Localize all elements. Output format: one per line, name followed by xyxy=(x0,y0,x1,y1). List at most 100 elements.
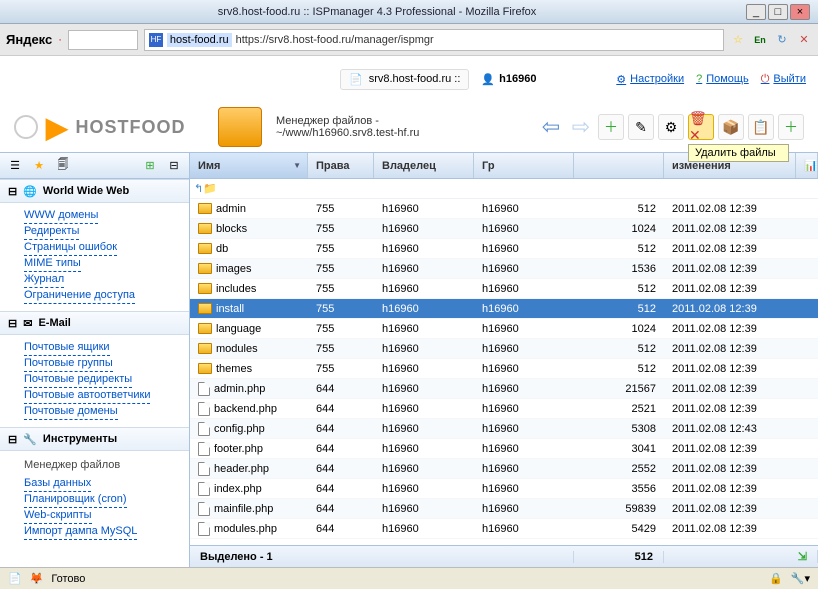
exit-link[interactable]: ⏻Выйти xyxy=(761,73,806,86)
table-row[interactable]: backend.php 644 h16960 h16960 2521 2011.… xyxy=(190,399,818,419)
table-row[interactable]: admin 755 h16960 h16960 512 2011.02.08 1… xyxy=(190,199,818,219)
file-group: h16960 xyxy=(474,403,574,415)
sidebar-item[interactable]: Web-скрипты xyxy=(24,507,92,524)
edit-button[interactable]: ✎ xyxy=(628,114,654,140)
file-perm: 755 xyxy=(308,263,374,275)
file-owner: h16960 xyxy=(374,223,474,235)
server-tab[interactable]: 📄 srv8.host-food.ru :: xyxy=(340,69,469,90)
url-bar[interactable]: HF host-food.ru https://srv8.host-food.r… xyxy=(144,29,724,51)
table-row[interactable]: modules.php 644 h16960 h16960 5429 2011.… xyxy=(190,519,818,539)
file-owner: h16960 xyxy=(374,463,474,475)
minus-icon: ⊟ xyxy=(8,317,17,330)
file-name: mainfile.php xyxy=(214,503,273,515)
sidebar-section-header[interactable]: ⊟✉E-Mail xyxy=(0,311,189,335)
table-row[interactable]: modules 755 h16960 h16960 512 2011.02.08… xyxy=(190,339,818,359)
up-folder[interactable]: ↰📁 xyxy=(190,179,818,199)
file-group: h16960 xyxy=(474,463,574,475)
table-row[interactable]: config.php 644 h16960 h16960 5308 2011.0… xyxy=(190,419,818,439)
col-name[interactable]: Имя▼ xyxy=(190,153,308,178)
star-tab-icon[interactable]: ★ xyxy=(30,157,48,175)
export-icon[interactable]: ⇲ xyxy=(788,550,818,563)
archive-button[interactable]: 📦 xyxy=(718,114,744,140)
col-config-icon[interactable]: 📊 xyxy=(796,153,818,178)
file-size: 2552 xyxy=(574,463,664,475)
sidebar-item[interactable]: Почтовые ящики xyxy=(24,339,110,356)
sidebar-item[interactable]: Почтовые группы xyxy=(24,355,113,372)
tool-icon[interactable]: 🔧▾ xyxy=(791,572,810,585)
file-icon xyxy=(198,502,210,516)
delete-button[interactable]: 🗑✕ xyxy=(688,114,714,140)
reload-icon[interactable]: ↻ xyxy=(774,32,790,48)
sidebar-tabs: ☰ ★ 🗐 ⊞ ⊟ xyxy=(0,153,189,179)
back-button[interactable]: ⇦ xyxy=(538,114,564,140)
section-icon: 🔧 xyxy=(23,433,37,446)
lock-icon: 🔒 xyxy=(769,572,783,585)
sidebar-item[interactable]: Почтовые редиректы xyxy=(24,371,132,388)
table-row[interactable]: footer.php 644 h16960 h16960 3041 2011.0… xyxy=(190,439,818,459)
forward-button[interactable]: ⇨ xyxy=(568,114,594,140)
sidebar-section-header[interactable]: ⊟🌐World Wide Web xyxy=(0,179,189,203)
minimize-button[interactable]: _ xyxy=(746,4,766,20)
list-tab-icon[interactable]: ☰ xyxy=(6,157,24,175)
new-button[interactable]: ＋ xyxy=(598,114,624,140)
table-row[interactable]: blocks 755 h16960 h16960 1024 2011.02.08… xyxy=(190,219,818,239)
help-link[interactable]: ?Помощь xyxy=(696,73,749,85)
settings-link[interactable]: ⚙Настройки xyxy=(616,73,684,86)
sidebar-item[interactable]: Журнал xyxy=(24,271,64,288)
sidebar-item[interactable]: Планировщик (cron) xyxy=(24,491,127,508)
maximize-button[interactable]: □ xyxy=(768,4,788,20)
col-group[interactable]: Гр xyxy=(474,153,574,178)
sidebar-item[interactable]: WWW домены xyxy=(24,207,98,224)
table-row[interactable]: mainfile.php 644 h16960 h16960 59839 201… xyxy=(190,499,818,519)
table-row[interactable]: themes 755 h16960 h16960 512 2011.02.08 … xyxy=(190,359,818,379)
table-row[interactable]: language 755 h16960 h16960 1024 2011.02.… xyxy=(190,319,818,339)
sidebar-item[interactable]: Почтовые автоответчики xyxy=(24,387,150,404)
table-row[interactable]: install 755 h16960 h16960 512 2011.02.08… xyxy=(190,299,818,319)
file-size: 512 xyxy=(574,363,664,375)
sidebar-item[interactable]: Страницы ошибок xyxy=(24,239,117,256)
add-file-button[interactable]: ＋ xyxy=(778,114,804,140)
sidebar-item[interactable]: Редиректы xyxy=(24,223,79,240)
file-date: 2011.02.08 12:39 xyxy=(664,443,818,455)
folder-icon xyxy=(198,243,212,254)
section-title: World Wide Web xyxy=(43,185,129,197)
sidebar-item[interactable]: Ограничение доступа xyxy=(24,287,135,304)
file-perm: 644 xyxy=(308,503,374,515)
stop-icon[interactable]: ✕ xyxy=(796,32,812,48)
expand-icon[interactable]: ⊞ xyxy=(141,157,159,175)
power-icon: ⏻ xyxy=(761,73,770,86)
sidebar-item[interactable]: Почтовые домены xyxy=(24,403,118,420)
table-row[interactable]: images 755 h16960 h16960 1536 2011.02.08… xyxy=(190,259,818,279)
table-row[interactable]: includes 755 h16960 h16960 512 2011.02.0… xyxy=(190,279,818,299)
table-row[interactable]: header.php 644 h16960 h16960 2552 2011.0… xyxy=(190,459,818,479)
col-size[interactable] xyxy=(574,153,664,178)
file-group: h16960 xyxy=(474,343,574,355)
sidebar-item[interactable]: Импорт дампа MySQL xyxy=(24,523,137,540)
folder-icon xyxy=(198,283,212,294)
sidebar-item[interactable]: Менеджер файлов xyxy=(24,457,189,473)
sidebar-section-header[interactable]: ⊟🔧Инструменты xyxy=(0,427,189,451)
file-perm: 644 xyxy=(308,383,374,395)
table-row[interactable]: admin.php 644 h16960 h16960 21567 2011.0… xyxy=(190,379,818,399)
file-size: 3556 xyxy=(574,483,664,495)
file-perm: 755 xyxy=(308,363,374,375)
copy-button[interactable]: 📋 xyxy=(748,114,774,140)
section-icon: ✉ xyxy=(23,317,32,330)
file-size: 1536 xyxy=(574,263,664,275)
collapse-icon[interactable]: ⊟ xyxy=(165,157,183,175)
sidebar-item[interactable]: Базы данных xyxy=(24,475,91,492)
file-perm: 755 xyxy=(308,303,374,315)
props-button[interactable]: ⚙ xyxy=(658,114,684,140)
copy-tab-icon[interactable]: 🗐 xyxy=(54,157,72,175)
yandex-label[interactable]: Яндекс xyxy=(6,32,52,47)
en-indicator[interactable]: En xyxy=(752,32,768,48)
sidebar-item[interactable]: MIME типы xyxy=(24,255,81,272)
star-icon[interactable]: ☆ xyxy=(730,32,746,48)
path-block: Менеджер файлов - ~/www/h16960.srv8.test… xyxy=(276,115,524,139)
yandex-search-input[interactable] xyxy=(68,30,138,50)
close-button[interactable]: × xyxy=(790,4,810,20)
col-perm[interactable]: Права xyxy=(308,153,374,178)
table-row[interactable]: db 755 h16960 h16960 512 2011.02.08 12:3… xyxy=(190,239,818,259)
table-row[interactable]: index.php 644 h16960 h16960 3556 2011.02… xyxy=(190,479,818,499)
col-owner[interactable]: Владелец xyxy=(374,153,474,178)
